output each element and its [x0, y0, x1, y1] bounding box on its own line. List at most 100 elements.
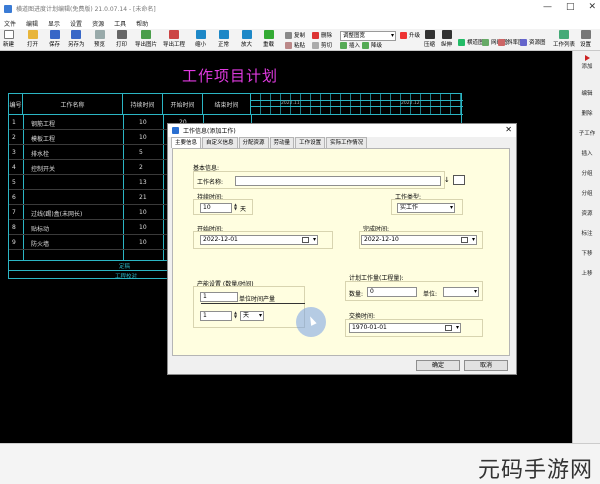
- tab-labor[interactable]: 劳动量: [269, 137, 295, 148]
- stretch-icon: [441, 30, 452, 39]
- unit-select[interactable]: [443, 287, 479, 297]
- normal-zoom-button[interactable]: 正常: [218, 30, 229, 48]
- side-edit-button[interactable]: 编辑: [573, 89, 600, 97]
- menu-file[interactable]: 文件: [4, 19, 16, 28]
- export-image-button[interactable]: 导出图片: [135, 30, 157, 48]
- side-move-up-button[interactable]: 上移: [573, 269, 600, 277]
- save-button[interactable]: 保存: [49, 30, 60, 48]
- productivity-time-spinner[interactable]: ▲ ▼: [232, 311, 239, 321]
- quantity-input[interactable]: 0: [367, 287, 417, 297]
- dialog-icon: [172, 127, 179, 134]
- menu-view[interactable]: 显示: [48, 19, 60, 28]
- duration-input[interactable]: 10: [200, 203, 232, 213]
- save-icon: [49, 30, 60, 39]
- tab-assign-resources[interactable]: 分配资源: [238, 137, 269, 148]
- paste-button[interactable]: 粘贴: [285, 41, 305, 49]
- tab-actual-work[interactable]: 实际工作情况: [326, 137, 368, 148]
- save-as-button[interactable]: 另存为: [68, 30, 85, 48]
- gantt-icon: [458, 38, 465, 46]
- cut-button[interactable]: 剪切: [312, 41, 332, 49]
- header-duration: 持续时间: [123, 94, 163, 114]
- tab-custom-info[interactable]: 自定义信息: [202, 137, 238, 148]
- end-date-input[interactable]: 2022-12-10 ▾: [361, 235, 477, 245]
- menu-resources[interactable]: 资源: [92, 19, 104, 28]
- upgrade-button[interactable]: 升级: [400, 31, 420, 39]
- insert-button[interactable]: 插入: [340, 41, 360, 49]
- reload-button[interactable]: 重载: [263, 30, 274, 48]
- deliver-date-input[interactable]: 1970-01-01 ▾: [349, 323, 461, 333]
- duration-spinner[interactable]: ▲ ▼: [232, 203, 239, 213]
- start-date-input[interactable]: 2022-12-01 ▾: [200, 235, 318, 245]
- productivity-unit-label: 单位时间产量: [239, 296, 276, 303]
- header-end: 结束时间: [203, 94, 251, 114]
- quantity-label: 数量:: [349, 291, 364, 298]
- side-group-button-2[interactable]: 分组: [573, 189, 600, 197]
- resource-icon: [520, 38, 527, 46]
- productivity-time-input[interactable]: 1: [200, 311, 232, 321]
- productivity-input[interactable]: 1: [200, 292, 238, 302]
- delete-button[interactable]: 删除: [312, 31, 332, 39]
- side-delete-button[interactable]: 删除: [573, 109, 600, 117]
- gear-icon: [580, 30, 591, 39]
- zoom-out-icon: [195, 30, 206, 39]
- close-button[interactable]: ✕: [588, 2, 596, 12]
- zoom-out-button[interactable]: 缩小: [195, 30, 206, 48]
- print-button[interactable]: 打印: [116, 30, 127, 48]
- menu-settings[interactable]: 设置: [70, 19, 82, 28]
- zoom-combo[interactable]: 调整图宽: [340, 31, 396, 41]
- tab-main-info[interactable]: 主要信息: [171, 137, 202, 148]
- calendar-icon: [302, 237, 309, 243]
- work-name-input[interactable]: [235, 176, 441, 186]
- folder-icon: [27, 30, 38, 39]
- unit-label: 单位:: [423, 291, 438, 298]
- work-list-button[interactable]: 工作列表: [553, 30, 575, 48]
- header-name: 工作名称: [23, 94, 123, 114]
- export-project-button[interactable]: 导出工程: [163, 30, 185, 48]
- productivity-time-unit-select[interactable]: 天: [240, 311, 264, 321]
- header-start: 开始时间: [163, 94, 203, 114]
- dropdown-arrow-icon[interactable]: ↓: [444, 176, 450, 184]
- copy-button[interactable]: 复制: [285, 31, 305, 39]
- compress-icon: [424, 30, 435, 39]
- open-button[interactable]: 打开: [27, 30, 38, 48]
- tab-work-settings[interactable]: 工作设置: [295, 137, 326, 148]
- compress-button[interactable]: 压缩: [424, 30, 435, 48]
- gantt-view-button[interactable]: 横道图: [458, 38, 484, 46]
- cancel-button[interactable]: 取消: [464, 360, 508, 371]
- stretch-button[interactable]: 纵伸: [441, 30, 452, 48]
- scissors-icon: [312, 41, 319, 49]
- calendar-icon: [445, 325, 452, 331]
- side-insert-button[interactable]: 插入: [573, 149, 600, 157]
- watermark: 元码手游网: [478, 458, 594, 483]
- toolbar: 新建 打开 保存 另存为 预览 打印 导出图片 导出工程 缩小 正常 放大 重载…: [0, 29, 600, 51]
- side-subwork-button[interactable]: 子工作: [573, 129, 600, 137]
- minimize-button[interactable]: —: [543, 2, 552, 12]
- menu-bar: 文件 编辑 显示 设置 资源 工具 帮助: [0, 17, 600, 29]
- zoom-in-button[interactable]: 放大: [241, 30, 252, 48]
- menu-edit[interactable]: 编辑: [26, 19, 38, 28]
- menu-tools[interactable]: 工具: [114, 19, 126, 28]
- browse-icon[interactable]: [453, 175, 465, 185]
- app-window: 横道图进度计划编辑(免费版) 21.0.07.14 - [未命名] — □ ✕ …: [0, 0, 600, 484]
- preview-button[interactable]: 预览: [94, 30, 105, 48]
- zoom-normal-icon: [218, 30, 229, 39]
- side-group-button[interactable]: 分组: [573, 169, 600, 177]
- dialog-close-button[interactable]: ✕: [505, 125, 512, 134]
- footer-approve: 定稿: [119, 264, 131, 270]
- menu-help[interactable]: 帮助: [136, 19, 148, 28]
- settings-button[interactable]: 设置: [580, 30, 591, 48]
- ok-button[interactable]: 确定: [416, 360, 460, 371]
- downgrade-button[interactable]: 降级: [362, 41, 382, 49]
- work-type-select[interactable]: 实工作: [397, 203, 455, 213]
- zoom-in-icon: [241, 30, 252, 39]
- new-button[interactable]: 新建: [3, 30, 14, 48]
- side-resource-button[interactable]: 资源: [573, 209, 600, 217]
- side-annotate-button[interactable]: 标注: [573, 229, 600, 237]
- header-id: 编号: [9, 94, 23, 114]
- resource-view-button[interactable]: 资源图: [520, 38, 546, 46]
- maximize-button[interactable]: □: [566, 2, 575, 12]
- side-move-down-button[interactable]: 下移: [573, 249, 600, 257]
- side-panel: 添加 编辑 删除 子工作 插入 分组 分组 资源 标注 下移 上移: [572, 51, 600, 443]
- footer-check: 工程校对: [115, 274, 138, 280]
- side-add-button[interactable]: 添加: [573, 55, 600, 70]
